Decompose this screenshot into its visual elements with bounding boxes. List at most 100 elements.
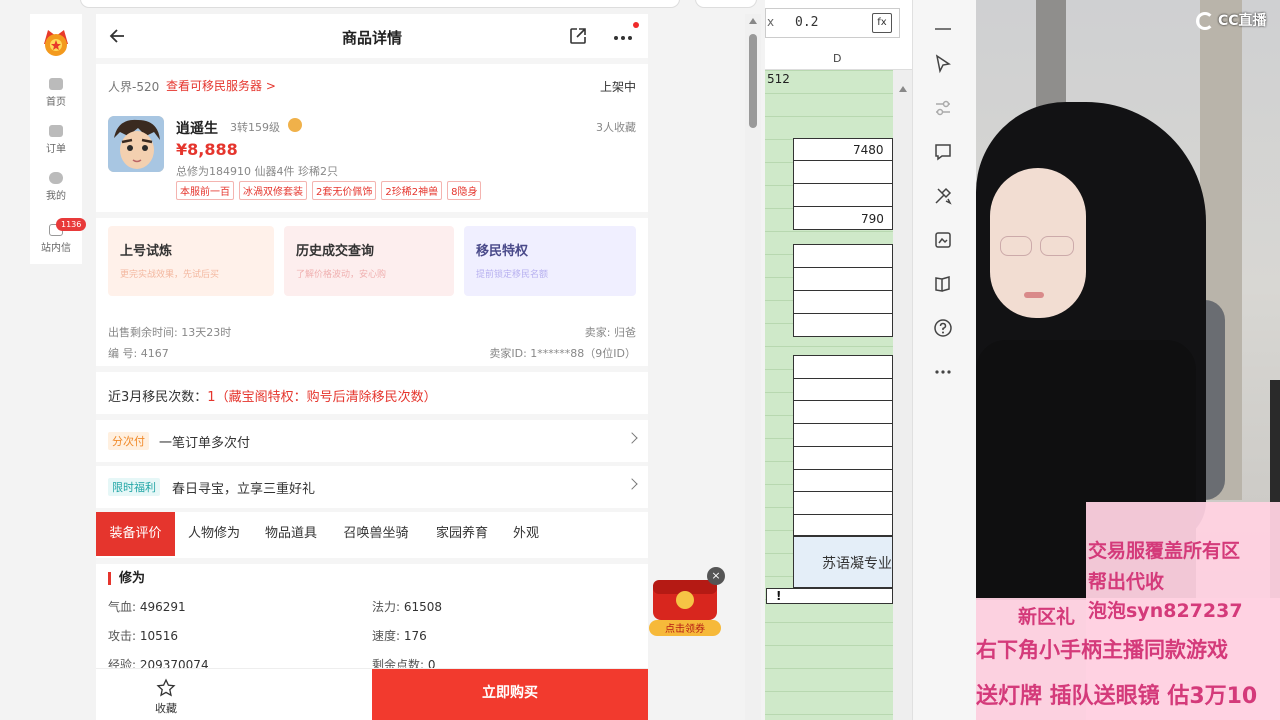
seller-id: 卖家ID: 1******88（9位ID） [489, 347, 636, 360]
formula-value[interactable]: 0.2 [795, 15, 818, 30]
page-title: 商品详情 [341, 29, 402, 47]
feature-tag: 2套无价佩饰 [312, 181, 377, 200]
glasses-lens [1040, 236, 1074, 256]
price: ¥8,888 [176, 140, 238, 159]
installment-row[interactable]: 分次付 一笔订单多次付 [96, 420, 648, 462]
section-heading: 修为 [108, 572, 145, 585]
info-icon[interactable] [288, 118, 302, 132]
scrollbar-thumb[interactable] [749, 34, 757, 128]
address-bar[interactable] [80, 0, 680, 8]
migration-privilege-card[interactable]: 移民特权 提前锁定移民名额 [464, 226, 636, 296]
feature-tag: 2珍稀2神兽 [381, 181, 443, 200]
product-summary: 人界-520 查看可移民服务器 > 上架中 逍遥生 3转159级 3人收藏 ¥8… [96, 64, 648, 212]
favorite-button[interactable]: 收藏 [96, 669, 236, 720]
home-icon [49, 78, 63, 90]
tab-items[interactable]: 物品道具 [258, 512, 324, 556]
cc-logo-icon [1196, 12, 1214, 30]
chevron-right-icon [626, 432, 638, 444]
tab-home[interactable]: 家园养育 [428, 512, 496, 556]
server-name: 人界-520 [108, 80, 160, 94]
installment-text: 一笔订单多次付 [159, 436, 251, 451]
cell-value[interactable]: 7480 [853, 143, 884, 157]
buy-now-button[interactable]: 立即购买 [372, 669, 648, 720]
glasses-lens [1000, 236, 1032, 256]
nav-mine[interactable]: 我的 [30, 172, 82, 202]
collapse-icon[interactable] [935, 28, 951, 30]
tab-pets[interactable]: 召唤兽坐骑 [334, 512, 418, 556]
detail-tabs: 装备评价 人物修为 物品道具 召唤兽坐骑 家园养育 外观 [96, 512, 648, 558]
installment-badge: 分次付 [108, 432, 149, 450]
platform-watermark: CC直播 [1218, 13, 1267, 29]
bordered-cell-row[interactable] [766, 588, 893, 604]
character-name: 逍遥生 [176, 121, 218, 137]
migration-server-link[interactable]: 查看可移民服务器 > [166, 77, 276, 94]
order-icon [49, 125, 63, 137]
cell-value[interactable]: 512 [767, 72, 790, 86]
help-icon[interactable] [932, 317, 954, 339]
feature-tag: 本服前一百 [176, 181, 234, 200]
cursor-icon[interactable] [932, 53, 954, 75]
star-icon [156, 678, 176, 697]
more-icon[interactable] [612, 26, 634, 46]
seller-name: 卖家: 归爸 [584, 326, 636, 339]
bottom-bar: 收藏 立即购买 [96, 668, 648, 720]
page-header: 商品详情 [96, 14, 648, 58]
settings-sliders-icon[interactable] [932, 97, 954, 119]
trial-login-card[interactable]: 上号试炼 更完实战效果，先试后买 [108, 226, 274, 296]
migration-count-row: 近3月移民次数：1（藏宝阁特权：购号后清除移民次数） [96, 372, 648, 414]
remaining-time: 出售剩余时间: 13天23时 [108, 326, 232, 339]
scroll-up-icon[interactable] [899, 86, 907, 92]
image-edit-icon[interactable] [932, 229, 954, 251]
overlay-text: 泡泡syn827237 [1088, 600, 1243, 622]
close-icon[interactable]: × [707, 567, 725, 585]
overlay-text: 送灯牌 插队送眼镜 估3万10 [976, 684, 1258, 709]
formula-cancel-label: x [767, 15, 775, 29]
user-icon [49, 172, 63, 184]
treasure-logo-icon[interactable] [38, 22, 74, 58]
scroll-up-icon[interactable] [749, 18, 757, 24]
tab-appearance[interactable]: 外观 [506, 512, 546, 556]
attr-attack: 攻击: 10516 [108, 629, 179, 643]
chevron-right-icon [626, 478, 638, 490]
character-avatar [108, 116, 164, 172]
limited-offer-row[interactable]: 限时福利 春日寻宝，立享三重好礼 [96, 466, 648, 508]
cell-value[interactable]: ! [776, 589, 781, 603]
overlay-text: 右下角小手柄主播同款游戏 [976, 638, 1228, 662]
listing-number: 编 号: 4167 [108, 347, 169, 360]
column-d-label[interactable]: D [833, 52, 841, 65]
limited-offer-text: 春日寻宝，立享三重好礼 [172, 482, 316, 497]
tab-equipment[interactable]: 装备评价 [96, 512, 175, 556]
overlay-text: 帮出代收 [1088, 571, 1165, 593]
feature-tag: 8隐身 [447, 181, 482, 200]
function-icon[interactable]: fx [872, 13, 892, 33]
more-icon[interactable] [932, 361, 954, 383]
trade-history-card[interactable]: 历史成交查询 了解价格波动，安心购 [284, 226, 454, 296]
cell-value[interactable]: 790 [861, 212, 884, 226]
action-cards: 上号试炼 更完实战效果，先试后买 历史成交查询 了解价格波动，安心购 移民特权 … [96, 218, 648, 366]
nav-orders[interactable]: 订单 [30, 125, 82, 155]
favorite-count: 3人收藏 [596, 121, 636, 134]
comment-icon[interactable] [932, 141, 954, 163]
browser-control[interactable] [695, 0, 757, 8]
streamer-lips [1024, 292, 1044, 298]
tools-icon[interactable] [932, 185, 954, 207]
attr-hp: 气血: 496291 [108, 600, 186, 614]
sheet-scroll-strip[interactable] [893, 70, 912, 720]
limited-offer-badge: 限时福利 [108, 478, 160, 496]
notification-dot [633, 22, 639, 28]
listing-status: 上架中 [599, 80, 636, 94]
attr-mp: 法力: 61508 [372, 600, 443, 614]
attr-speed: 速度: 176 [372, 629, 427, 643]
overlay-text: 交易服覆盖所有区 [1088, 540, 1241, 562]
character-level: 3转159级 [230, 121, 280, 134]
merged-cell[interactable]: 苏语凝专业 [793, 536, 893, 588]
character-stats-summary: 总修为184910 仙器4件 珍稀2只 [176, 165, 338, 178]
feature-tags: 本服前一百 冰渦双修套装 2套无价佩饰 2珍稀2神兽 8隐身 [176, 181, 482, 200]
message-count-badge: 1136 [56, 218, 87, 231]
share-icon[interactable] [568, 26, 588, 46]
book-icon[interactable] [932, 273, 954, 295]
coupon-label: 点击领券 [665, 622, 705, 635]
overlay-text: 新区礼 [1018, 606, 1076, 628]
nav-home[interactable]: 首页 [30, 78, 82, 108]
tab-cultivation[interactable]: 人物修为 [178, 512, 250, 556]
